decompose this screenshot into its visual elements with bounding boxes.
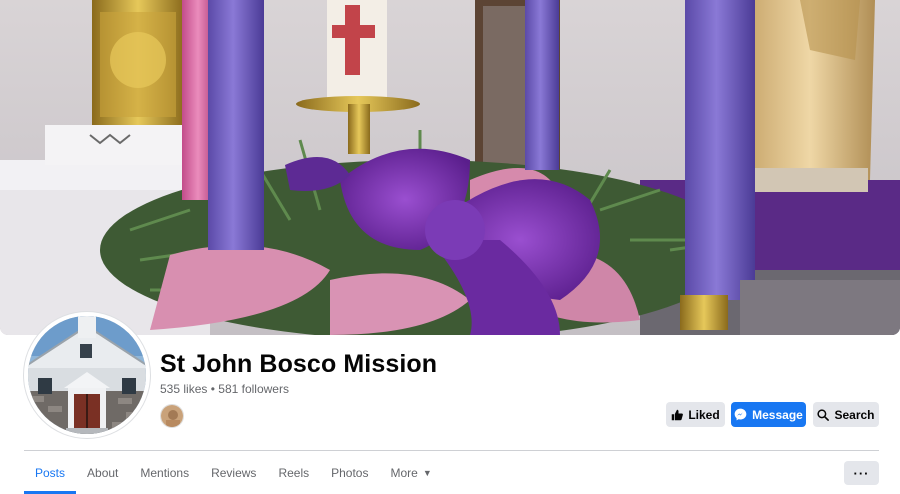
- page-title: St John Bosco Mission: [160, 350, 438, 378]
- tab-label: About: [87, 466, 119, 480]
- message-button[interactable]: Message: [731, 402, 806, 427]
- search-icon: [817, 408, 830, 421]
- tab-label: Photos: [331, 466, 369, 480]
- mutual-friend-photo: [161, 405, 183, 427]
- thumbs-up-icon: [671, 409, 684, 421]
- header-divider: [24, 450, 879, 451]
- tab-mentions[interactable]: Mentions: [129, 452, 200, 494]
- search-label: Search: [834, 407, 875, 422]
- tab-photos[interactable]: Photos: [320, 452, 379, 494]
- tab-reviews[interactable]: Reviews: [200, 452, 267, 494]
- tab-more[interactable]: More ▼: [379, 452, 442, 494]
- message-label: Message: [752, 407, 803, 422]
- messenger-icon: [734, 408, 747, 421]
- tab-about[interactable]: About: [76, 452, 129, 494]
- tab-label: More: [390, 466, 418, 480]
- tab-label: Reels: [278, 466, 310, 480]
- profile-picture[interactable]: [24, 312, 150, 438]
- tab-label: Mentions: [140, 466, 190, 480]
- followers-count[interactable]: 581 followers: [218, 382, 289, 396]
- cover-photo-image: [0, 0, 900, 335]
- facebook-page: St John Bosco Mission 535 likes • 581 fo…: [0, 0, 900, 494]
- search-button[interactable]: Search: [813, 402, 879, 427]
- page-tabs: Posts About Mentions Reviews Reels Photo…: [24, 452, 443, 494]
- page-stats: 535 likes • 581 followers: [160, 382, 289, 396]
- liked-button[interactable]: Liked: [666, 402, 725, 427]
- more-options-button[interactable]: ···: [844, 461, 879, 485]
- cover-photo[interactable]: [0, 0, 900, 335]
- tab-posts[interactable]: Posts: [24, 452, 77, 494]
- mutual-friend-avatar[interactable]: [160, 404, 184, 428]
- likes-count[interactable]: 535 likes: [160, 382, 207, 396]
- tab-reels[interactable]: Reels: [267, 452, 320, 494]
- church-building-image: [28, 316, 146, 434]
- liked-label: Liked: [688, 407, 720, 422]
- caret-down-icon: ▼: [422, 468, 432, 478]
- stats-separator: •: [210, 382, 215, 396]
- tab-label: Reviews: [211, 466, 257, 480]
- tab-label: Posts: [35, 466, 66, 480]
